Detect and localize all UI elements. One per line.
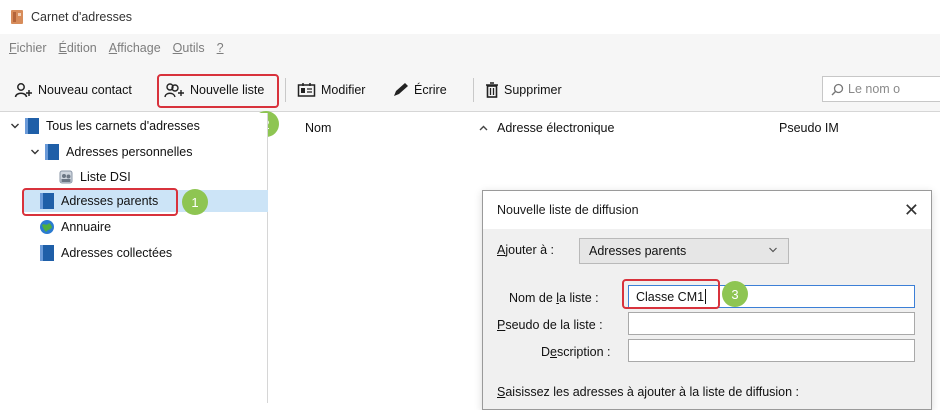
sort-asc-icon	[479, 125, 488, 131]
tree-item-directory[interactable]: Annuaire	[39, 216, 111, 238]
address-book-icon	[40, 193, 54, 209]
tree-item-label: Annuaire	[61, 220, 112, 234]
dialog-title-bar: Nouvelle liste de diffusion	[483, 191, 931, 229]
search-placeholder: Le nom o	[848, 82, 901, 96]
tree-item-collected[interactable]: Adresses collectées	[39, 242, 172, 264]
close-icon[interactable]: ✕	[904, 200, 919, 221]
contact-list-header: Nom Adresse électronique Pseudo IM	[269, 113, 940, 143]
tree-item-label: Adresses collectées	[61, 246, 173, 260]
add-to-select[interactable]: Adresses parents	[579, 238, 789, 264]
window-title: Carnet d'adresses	[31, 10, 133, 24]
address-book-icon	[25, 118, 39, 134]
chevron-down-icon	[31, 149, 39, 155]
list-nickname-input[interactable]	[628, 312, 915, 335]
mailing-list-icon	[59, 170, 73, 184]
trash-icon	[486, 82, 498, 98]
write-label: Écrire	[414, 83, 447, 97]
description-label: Description :	[541, 345, 611, 359]
list-name-label: Nom de la liste :	[509, 291, 599, 305]
menu-help[interactable]: ?	[217, 41, 224, 55]
column-im[interactable]: Pseudo IM	[779, 121, 839, 135]
new-list-button[interactable]: Nouvelle liste	[164, 78, 264, 102]
list-name-value: Classe CM1	[636, 289, 705, 304]
address-book-app-icon	[11, 10, 23, 24]
column-email[interactable]: Adresse électronique	[497, 121, 614, 135]
address-book-icon	[40, 245, 54, 261]
step-badge-1: 1	[182, 189, 208, 215]
tree-item-personal[interactable]: Adresses personnelles	[30, 141, 192, 163]
toolbar-separator	[473, 78, 474, 102]
title-bar: Carnet d'adresses	[0, 0, 940, 34]
toolbar: Nouveau contact Nouvelle liste Modifier …	[0, 62, 940, 112]
tree-item-list-dsi[interactable]: Liste DSI	[58, 166, 131, 188]
edit-label: Modifier	[321, 83, 366, 97]
dialog-title: Nouvelle liste de diffusion	[497, 203, 639, 217]
tree-item-all-books[interactable]: Tous les carnets d'adresses	[10, 115, 200, 137]
edit-card-icon	[297, 83, 316, 97]
menu-view[interactable]: Affichage	[109, 41, 161, 55]
toolbar-separator	[285, 78, 286, 102]
members-instructions: Saisissez les adresses à ajouter à la li…	[497, 385, 800, 399]
new-contact-icon	[14, 83, 32, 98]
tree-item-label: Tous les carnets d'adresses	[46, 119, 200, 133]
new-contact-label: Nouveau contact	[38, 83, 132, 97]
list-nickname-label: Pseudo de la liste :	[497, 318, 603, 332]
new-list-label: Nouvelle liste	[190, 83, 265, 97]
chevron-down-icon	[769, 247, 777, 253]
search-icon	[831, 83, 844, 95]
tree-item-label: Adresses parents	[61, 194, 159, 208]
list-name-input[interactable]: Classe CM1	[628, 285, 915, 308]
new-list-icon	[164, 83, 184, 98]
description-input[interactable]	[628, 339, 915, 362]
text-cursor	[705, 289, 707, 304]
edit-button[interactable]: Modifier	[297, 78, 365, 102]
menu-file[interactable]: Fichier	[9, 41, 47, 55]
delete-button[interactable]: Supprimer	[484, 78, 562, 102]
address-book-icon	[45, 144, 59, 160]
search-input[interactable]: Le nom o	[822, 76, 940, 102]
add-to-label: Ajouter à :	[497, 243, 554, 257]
chevron-down-icon	[11, 123, 19, 129]
new-mailing-list-dialog: Nouvelle liste de diffusion ✕ Ajouter à …	[482, 190, 932, 410]
globe-icon	[40, 220, 54, 234]
address-book-tree: Tous les carnets d'adresses Adresses per…	[0, 113, 268, 403]
tree-item-parents[interactable]: Adresses parents	[23, 190, 268, 212]
step-badge-3: 3	[722, 281, 748, 307]
tree-item-label: Adresses personnelles	[66, 145, 193, 159]
write-button[interactable]: Écrire	[392, 78, 447, 102]
menu-edit[interactable]: Édition	[59, 41, 97, 55]
dialog-body: Ajouter à : Adresses parents Nom de la l…	[483, 229, 931, 409]
menu-tools[interactable]: Outils	[173, 41, 205, 55]
menu-bar: Fichier Édition Affichage Outils ?	[0, 34, 940, 62]
pencil-icon	[394, 83, 408, 96]
tree-item-label: Liste DSI	[80, 170, 131, 184]
delete-label: Supprimer	[504, 83, 562, 97]
add-to-value: Adresses parents	[589, 244, 687, 258]
new-contact-button[interactable]: Nouveau contact	[14, 78, 132, 102]
column-name[interactable]: Nom	[305, 121, 331, 135]
